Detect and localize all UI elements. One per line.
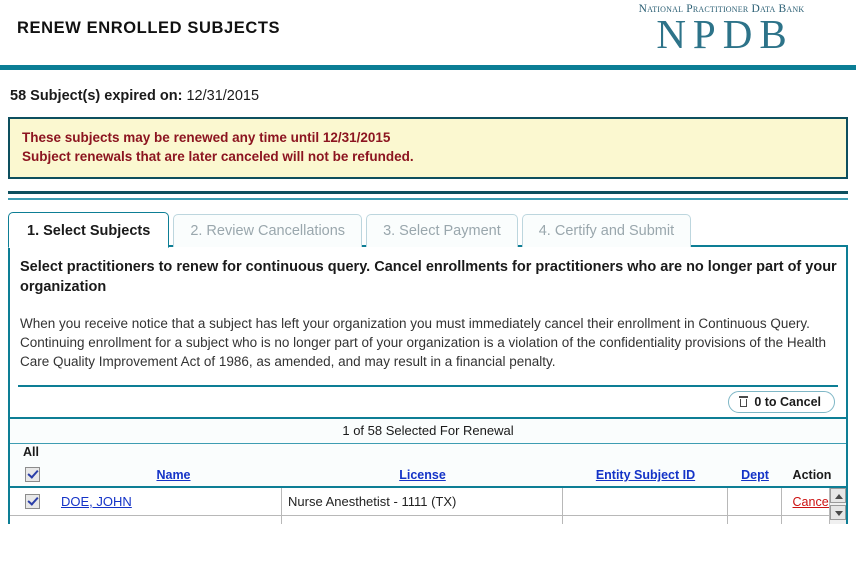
selected-count-caption: 1 of 58 Selected For Renewal [10,419,846,444]
instructions-paragraph: When you receive notice that a subject h… [20,316,826,369]
table-vertical-scrollbar[interactable] [829,488,846,524]
subjects-table: 1 of 58 Selected For Renewal All Name Li… [10,417,846,524]
to-cancel-button[interactable]: 0 to Cancel [728,391,835,413]
row-select-cell-partial [10,516,55,524]
select-all-checkbox[interactable] [25,467,40,482]
row-license-cell-partial [282,516,563,524]
tab-certify-and-submit[interactable]: 4. Certify and Submit [521,214,692,247]
column-header-license: License [282,468,563,486]
scroll-down-arrow-icon[interactable] [830,505,846,520]
section-divider-dark [8,191,848,194]
tab-select-payment[interactable]: 3. Select Payment [366,214,518,247]
row-dept-cell-partial [728,516,782,524]
tab-review-cancellations[interactable]: 2. Review Cancellations [173,214,363,247]
page-title: RENEW ENROLLED SUBJECTS [17,19,281,37]
table-row: DOE, JOHN Nurse Anesthetist - 1111 (TX) … [10,488,846,516]
row-entity-subject-id-cell [563,488,728,515]
npdb-logo: National Practitioner Data Bank NPDB [609,3,834,55]
column-header-license-link[interactable]: License [399,468,446,482]
table-action-bar: 0 to Cancel [18,387,838,417]
row-cancel-link[interactable]: Cancel [793,495,832,509]
row-name-cell: DOE, JOHN [55,488,282,515]
table-row-partial [10,516,846,524]
column-header-entity-subject-id-link[interactable]: Entity Subject ID [596,468,695,482]
select-all-label: All [23,444,39,459]
trash-icon [739,396,749,407]
expired-summary: 58 Subject(s) expired on: 12/31/2015 [10,88,856,104]
table-body: DOE, JOHN Nurse Anesthetist - 1111 (TX) … [10,488,846,524]
column-header-name: Name [55,468,282,486]
to-cancel-button-label: 0 to Cancel [754,394,821,409]
row-select-checkbox[interactable] [25,494,40,509]
wizard-tabs: 1. Select Subjects 2. Review Cancellatio… [8,212,848,248]
row-entity-subject-id-cell-partial [563,516,728,524]
row-dept-cell [728,488,782,515]
subject-name-link[interactable]: DOE, JOHN [61,494,132,509]
column-header-entity-subject-id: Entity Subject ID [563,468,728,486]
npdb-logo-wordmark: NPDB [656,11,794,57]
tab-select-subjects[interactable]: 1. Select Subjects [8,212,170,248]
warning-line-1: These subjects may be renewed any time u… [22,130,391,145]
column-header-action: Action [792,468,832,482]
row-license-cell: Nurse Anesthetist - 1111 (TX) [282,488,563,515]
tab-panel: Select practitioners to renew for contin… [8,247,848,524]
warning-line-2: Subject renewals that are later canceled… [22,149,414,164]
instructions-heading: Select practitioners to renew for contin… [20,259,837,295]
expired-summary-label: 58 Subject(s) expired on: [10,88,183,104]
row-select-cell [10,488,55,515]
header-accent-rule [0,65,856,70]
scroll-up-arrow-icon[interactable] [830,488,846,503]
page-header: RENEW ENROLLED SUBJECTS National Practit… [0,0,856,65]
column-header-dept: Dept [728,468,782,486]
tab-panel-body: Select practitioners to renew for contin… [10,247,846,417]
table-header-row: All Name License Entity Subject ID Dept … [10,444,846,488]
select-all-header: All [10,445,55,486]
row-name-cell-partial [55,516,282,524]
warning-banner: These subjects may be renewed any time u… [8,117,848,179]
expired-summary-date: 12/31/2015 [186,88,260,104]
column-header-dept-link[interactable]: Dept [741,468,769,482]
section-divider-light [8,198,848,200]
column-header-name-link[interactable]: Name [156,468,190,482]
